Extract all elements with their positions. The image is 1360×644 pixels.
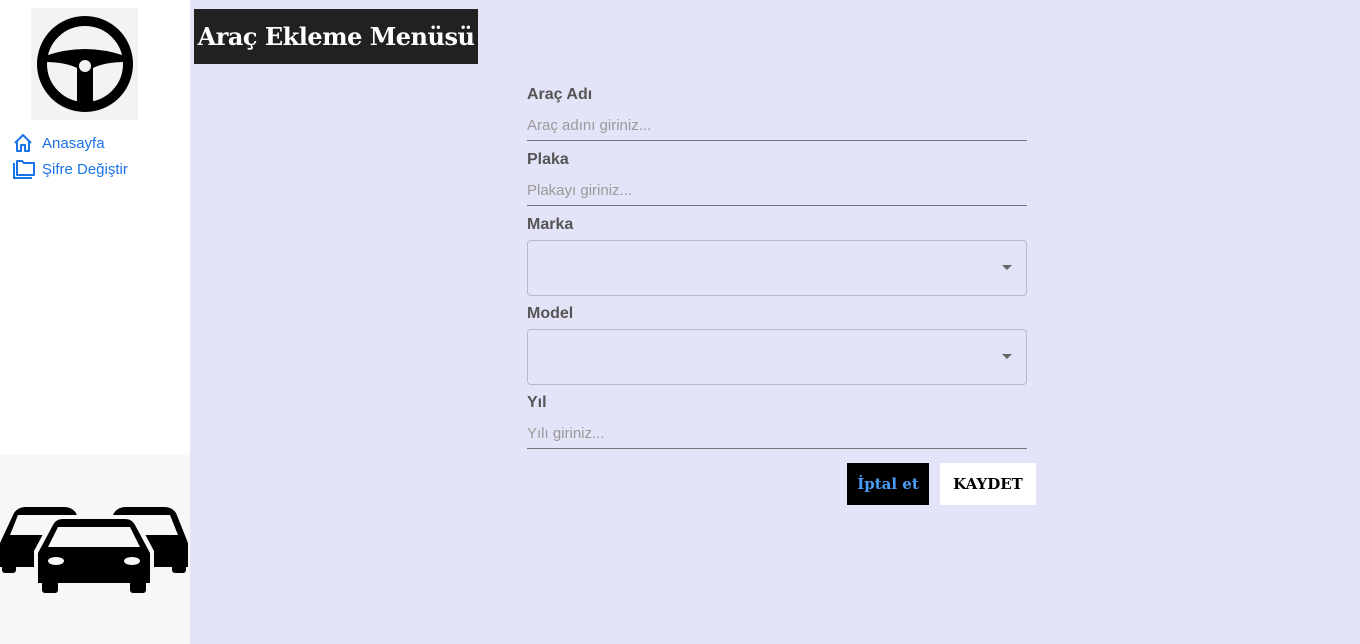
cars-illustration — [0, 455, 190, 644]
model-label: Model — [527, 305, 574, 322]
plate-input[interactable] — [527, 175, 1027, 206]
sidebar: Anasayfa Şifre Değiştir — [0, 0, 190, 644]
sidebar-item-label: Şifre Değiştir — [42, 160, 128, 178]
folder-icon — [12, 158, 36, 180]
vehicle-name-label: Araç Adı — [527, 86, 593, 103]
logo — [31, 8, 138, 120]
sidebar-item-change-password[interactable]: Şifre Değiştir — [12, 158, 128, 180]
dropdown-arrow-icon — [1002, 354, 1012, 359]
plate-label: Plaka — [527, 151, 569, 168]
year-input[interactable] — [527, 418, 1027, 449]
save-button[interactable]: KAYDET — [940, 463, 1036, 505]
vehicle-name-input[interactable] — [527, 110, 1027, 141]
dropdown-arrow-icon — [1002, 265, 1012, 270]
sidebar-item-home[interactable]: Anasayfa — [12, 132, 105, 154]
brand-label: Marka — [527, 216, 574, 233]
page-title: Araç Ekleme Menüsü — [194, 9, 478, 64]
brand-select[interactable] — [527, 240, 1027, 296]
sidebar-item-label: Anasayfa — [42, 134, 105, 152]
model-select[interactable] — [527, 329, 1027, 385]
year-label: Yıl — [527, 394, 547, 411]
cancel-button[interactable]: İptal et — [847, 463, 929, 505]
home-icon — [12, 132, 36, 154]
